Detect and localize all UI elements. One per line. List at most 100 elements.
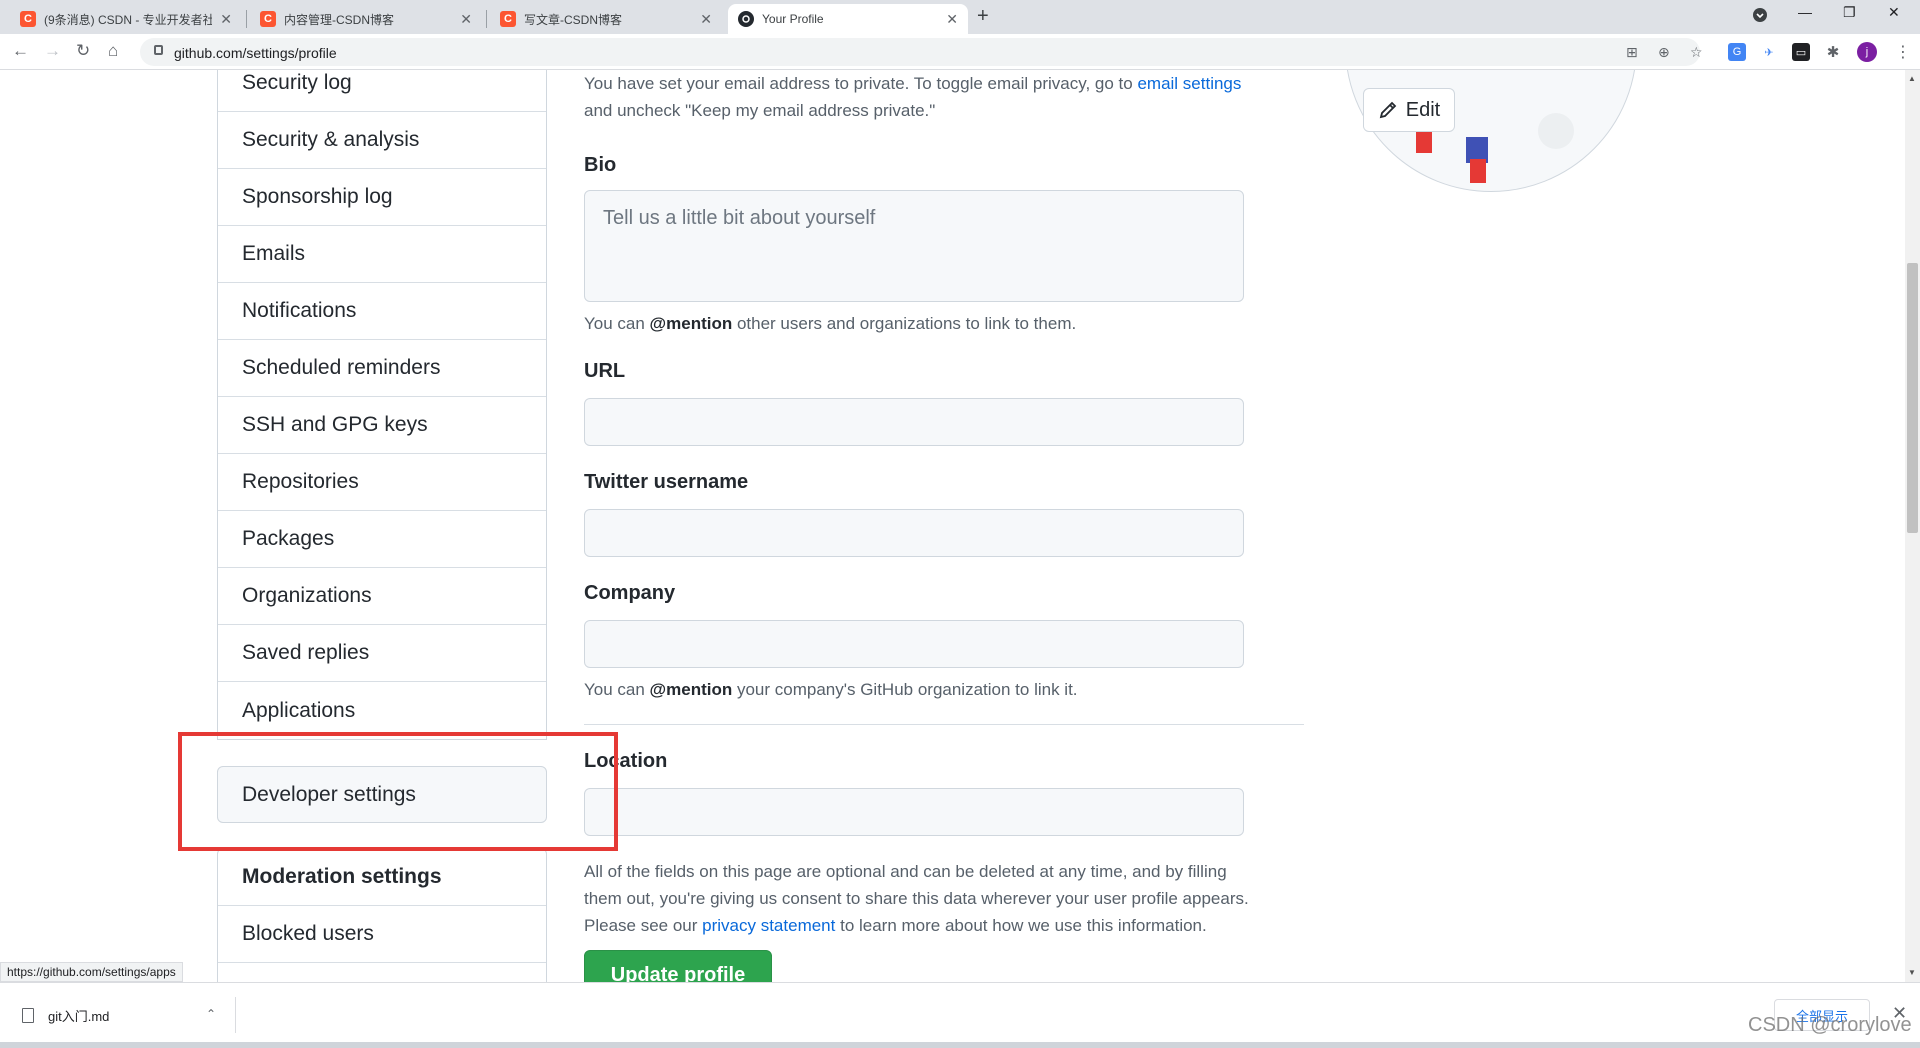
lock-icon	[154, 45, 163, 55]
tab-separator	[246, 10, 247, 28]
sidebar-item-notifications[interactable]: Notifications	[218, 283, 546, 340]
company-input[interactable]	[584, 620, 1244, 668]
edit-button-label: Edit	[1405, 98, 1441, 121]
twitter-input[interactable]	[584, 509, 1244, 557]
optional-note-line-2: them out, you're giving us consent to sh…	[584, 889, 1249, 908]
address-bar[interactable]: github.com/settings/profile ⊞ ⊕ ☆	[140, 38, 1703, 66]
company-note-mention: @mention	[649, 680, 733, 699]
tab-title: 写文章-CSDN博客	[524, 12, 622, 27]
csdn-icon: C	[500, 11, 516, 27]
sidebar-item-repositories[interactable]: Repositories	[218, 454, 546, 511]
github-icon	[738, 11, 754, 27]
bio-note: You can @mention other users and organiz…	[584, 310, 1076, 337]
extension-bird-icon[interactable]: ✈	[1760, 43, 1778, 61]
email-privacy-note: You have set your email address to priva…	[584, 70, 1304, 124]
extension-tab-icon[interactable]: ▭	[1792, 43, 1810, 61]
url-label: URL	[584, 360, 626, 382]
moderation-sidebar: Moderation settings Blocked users	[217, 848, 547, 982]
csdn-watermark: CSDN @crorylove	[1748, 1014, 1912, 1036]
browser-menu-icon[interactable]: ⋮	[1895, 42, 1911, 62]
browser-tab-your-profile[interactable]: Your Profile ✕	[728, 4, 968, 34]
new-tab-plus-icon[interactable]: +	[977, 5, 989, 28]
email-note-text-2: and uncheck "Keep my email address priva…	[584, 101, 936, 120]
window-close-icon[interactable]: ✕	[1888, 4, 1900, 21]
sidebar-item-blocked-users[interactable]: Blocked users	[218, 906, 546, 963]
browser-tab-csdn-content[interactable]: C 内容管理-CSDN博客 ✕	[250, 4, 482, 34]
scroll-thumb[interactable]	[1907, 263, 1918, 533]
zoom-icon[interactable]: ⊕	[1658, 44, 1670, 61]
edit-avatar-button[interactable]: Edit	[1363, 88, 1455, 132]
forward-arrow-icon[interactable]: →	[44, 41, 61, 61]
page-scrollbar[interactable]: ▲ ▼	[1905, 70, 1920, 982]
scroll-up-icon[interactable]: ▲	[1908, 74, 1916, 83]
close-icon[interactable]: ✕	[700, 11, 712, 28]
chevron-up-icon[interactable]: ⌃	[206, 1007, 216, 1021]
browser-toolbar: ← → ↻ ⌂ github.com/settings/profile ⊞ ⊕ …	[0, 34, 1920, 70]
sidebar-item-security-analysis[interactable]: Security & analysis	[218, 112, 546, 169]
company-note-suffix: your company's GitHub organization to li…	[732, 680, 1078, 699]
pencil-icon	[1379, 101, 1397, 119]
sidebar-item-organizations[interactable]: Organizations	[218, 568, 546, 625]
sidebar-item-ssh-gpg-keys[interactable]: SSH and GPG keys	[218, 397, 546, 454]
extensions-puzzle-icon[interactable]: ✱	[1824, 43, 1842, 61]
tab-separator	[486, 10, 487, 28]
sidebar-item-packages[interactable]: Packages	[218, 511, 546, 568]
close-icon[interactable]: ✕	[460, 11, 472, 28]
address-url: github.com/settings/profile	[174, 45, 337, 61]
bio-note-suffix: other users and organizations to link to…	[732, 314, 1077, 333]
sidebar-item-more	[218, 963, 546, 982]
close-icon[interactable]: ✕	[220, 11, 232, 28]
url-input[interactable]	[584, 398, 1244, 446]
extension-translate-icon[interactable]: G	[1728, 43, 1746, 61]
update-profile-button[interactable]: Update profile	[584, 950, 772, 982]
browser-tab-csdn-write[interactable]: C 写文章-CSDN博客 ✕	[490, 4, 722, 34]
download-item[interactable]: git入门.md ⌃	[16, 997, 236, 1033]
company-note-prefix: You can	[584, 680, 650, 699]
company-note: You can @mention your company's GitHub o…	[584, 676, 1078, 703]
tab-title: Your Profile	[762, 12, 824, 26]
sidebar-item-security-log[interactable]: Security log	[218, 70, 546, 112]
moderation-settings-heading: Moderation settings	[218, 849, 546, 906]
bio-note-prefix: You can	[584, 314, 650, 333]
email-settings-link[interactable]: email settings	[1137, 74, 1241, 93]
bio-note-mention: @mention	[649, 314, 733, 333]
sidebar-item-scheduled-reminders[interactable]: Scheduled reminders	[218, 340, 546, 397]
bio-label: Bio	[584, 154, 617, 176]
sidebar-item-sponsorship-log[interactable]: Sponsorship log	[218, 169, 546, 226]
bookmark-star-icon[interactable]: ☆	[1690, 44, 1703, 61]
bio-textarea[interactable]	[584, 190, 1244, 302]
file-icon	[22, 1007, 34, 1023]
download-shelf: git入门.md ⌃ 全部显示 ✕	[0, 982, 1920, 1048]
email-note-text: You have set your email address to priva…	[584, 74, 1138, 93]
restore-icon[interactable]: ❐	[1843, 4, 1856, 21]
form-divider	[584, 724, 1304, 725]
translate-icon[interactable]: ⊞	[1626, 44, 1638, 61]
settings-sidebar: Security log Security & analysis Sponsor…	[217, 70, 547, 740]
tab-title: 内容管理-CSDN博客	[284, 12, 394, 27]
back-arrow-icon[interactable]: ←	[12, 41, 29, 61]
tab-search-icon[interactable]	[1752, 7, 1768, 26]
reload-icon[interactable]: ↻	[76, 41, 90, 61]
profile-avatar[interactable]: j	[1857, 42, 1877, 62]
minimize-icon[interactable]: —	[1798, 4, 1812, 20]
sidebar-item-applications[interactable]: Applications	[218, 682, 546, 739]
close-icon[interactable]: ✕	[946, 11, 958, 28]
sidebar-item-emails[interactable]: Emails	[218, 226, 546, 283]
csdn-icon: C	[20, 11, 36, 27]
status-url-bubble: https://github.com/settings/apps	[0, 962, 183, 982]
optional-note-line-1: All of the fields on this page are optio…	[584, 862, 1227, 881]
sidebar-item-saved-replies[interactable]: Saved replies	[218, 625, 546, 682]
download-file-name: git入门.md	[48, 1008, 110, 1024]
red-highlight-box	[178, 732, 618, 851]
browser-tab-csdn-messages[interactable]: C (9条消息) CSDN - 专业开发者社 ✕	[10, 4, 242, 34]
browser-tab-strip: C (9条消息) CSDN - 专业开发者社 ✕ C 内容管理-CSDN博客 ✕…	[0, 0, 1920, 34]
location-input[interactable]	[584, 788, 1244, 836]
company-label: Company	[584, 582, 676, 604]
scroll-down-icon[interactable]: ▼	[1908, 968, 1916, 977]
home-icon[interactable]: ⌂	[108, 41, 118, 61]
optional-note-line-3-suffix: to learn more about how we use this info…	[835, 916, 1207, 935]
twitter-label: Twitter username	[584, 471, 749, 493]
csdn-icon: C	[260, 11, 276, 27]
tab-title: (9条消息) CSDN - 专业开发者社	[44, 12, 213, 27]
privacy-statement-link[interactable]: privacy statement	[702, 916, 835, 935]
